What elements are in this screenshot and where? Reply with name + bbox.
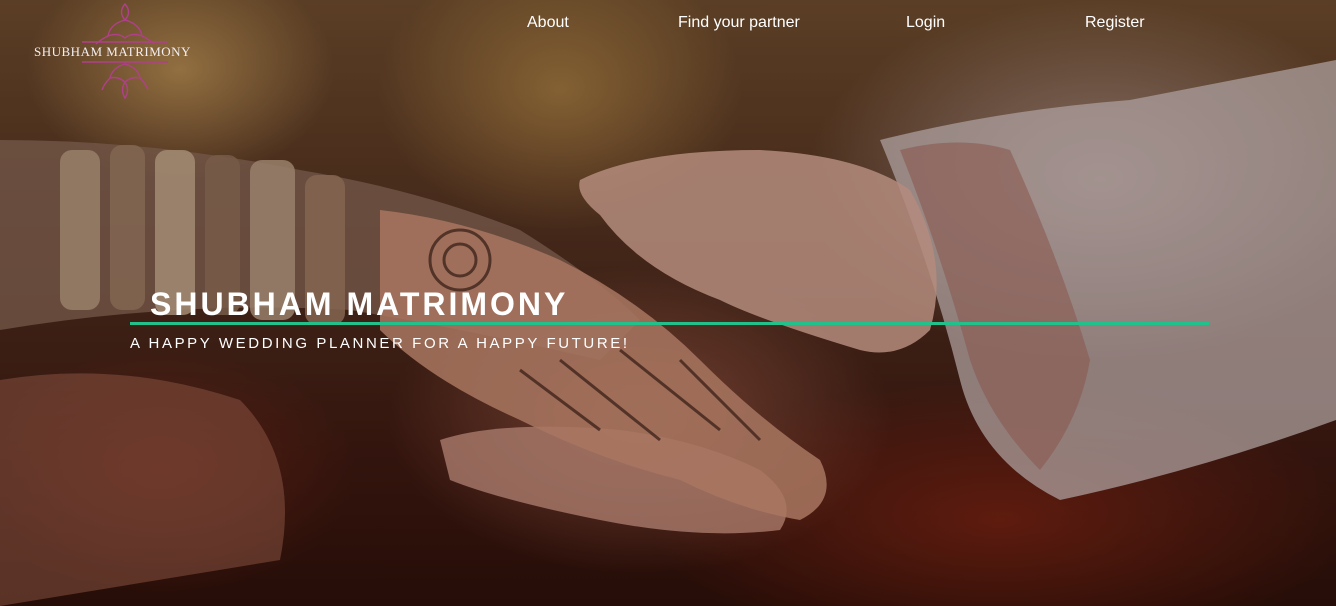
nav-about-link[interactable]: About (527, 14, 569, 32)
nav-find-partner-link[interactable]: Find your partner (678, 14, 800, 32)
hero-title: SHUBHAM MATRIMONY (150, 286, 569, 322)
nav-login-link[interactable]: Login (906, 14, 945, 32)
brand-name: SHUBHAM MATRIMONY (34, 44, 191, 59)
nav-register-link[interactable]: Register (1085, 14, 1145, 32)
brand-logo[interactable]: SHUBHAM MATRIMONY (30, 2, 220, 102)
hero-subtitle: A HAPPY WEDDING PLANNER FOR A HAPPY FUTU… (130, 335, 630, 352)
hero-underline (130, 322, 1209, 325)
hero-section: SHUBHAM MATRIMONY About Find your partne… (0, 0, 1336, 606)
